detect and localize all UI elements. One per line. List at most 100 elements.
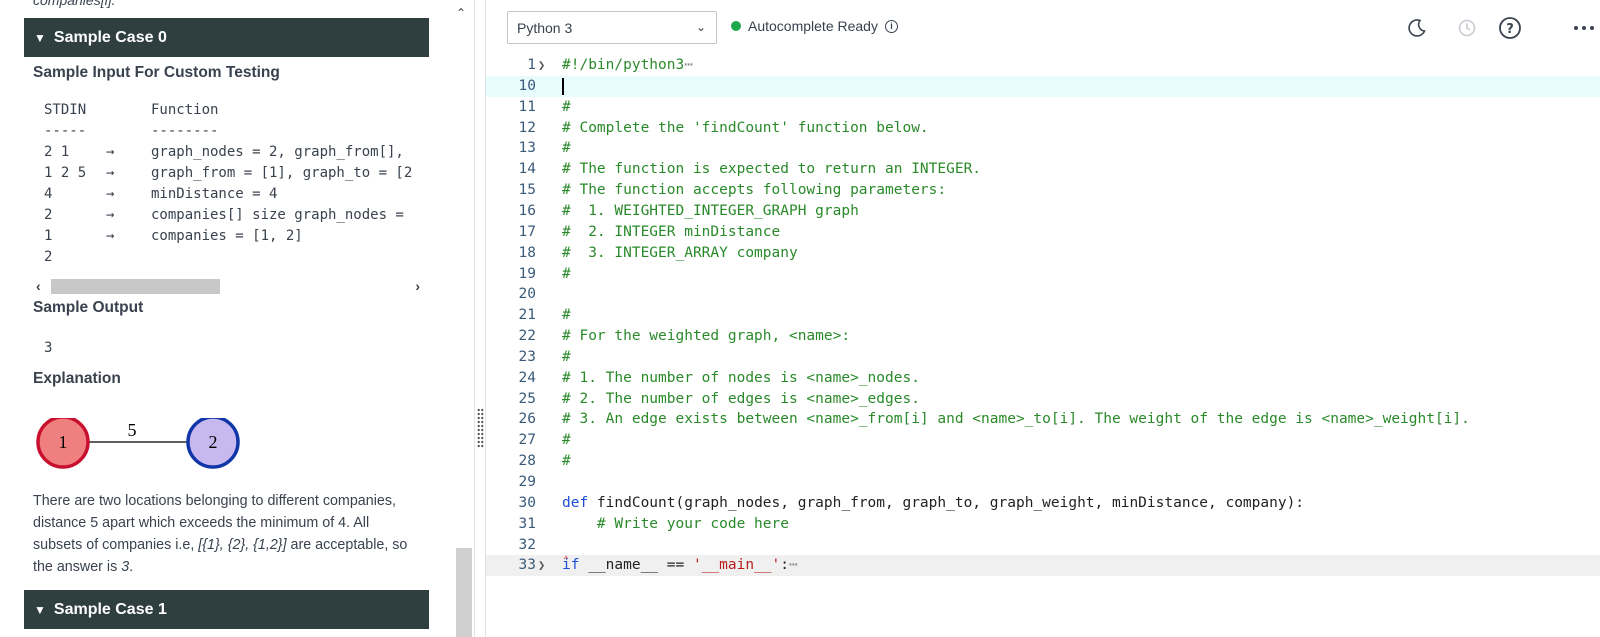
code-line[interactable]: 31 # Write your code here	[486, 514, 1600, 535]
stdin-value: 4	[44, 186, 53, 202]
drag-handle-icon[interactable]	[477, 408, 484, 448]
code-text: # Complete the 'findCount' function belo…	[562, 118, 929, 139]
fold-chevron-icon[interactable]: ❯	[538, 555, 545, 576]
vertical-scrollbar-track[interactable]	[456, 20, 472, 637]
code-line[interactable]: 33 ❯ if __name__ == '__main__':⋯ ⌃	[486, 555, 1600, 577]
code-line[interactable]: 32	[486, 535, 1600, 556]
sample-case-1-header[interactable]: ▼ Sample Case 1	[24, 590, 429, 629]
sample-case-0-header[interactable]: ▼ Sample Case 0	[24, 18, 429, 57]
code-token: #	[562, 140, 571, 157]
sample-input-row: 2	[44, 247, 420, 266]
horizontal-scrollbar[interactable]: ‹ ›	[36, 278, 420, 296]
scroll-right-icon[interactable]: ›	[415, 278, 420, 294]
code-token: # 2. The number of edges is <name>_edges…	[562, 390, 920, 407]
language-value: Python 3	[517, 19, 573, 36]
more-options-icon[interactable]	[1572, 15, 1596, 41]
code-text: # 3. INTEGER_ARRAY company	[562, 243, 798, 264]
code-token: # Complete the 'findCount' function belo…	[562, 119, 929, 136]
sample-input-row: 2 → companies[] size graph_nodes =	[44, 205, 420, 226]
stdin-dashes: -----	[44, 123, 87, 139]
history-icon[interactable]	[1454, 15, 1480, 41]
vertical-scrollbar-thumb[interactable]	[456, 548, 472, 637]
code-line[interactable]: 12 # Complete the 'findCount' function be…	[486, 118, 1600, 139]
code-text: #	[562, 264, 571, 285]
code-token: # 3. An edge exists between <name>_from[…	[562, 411, 1470, 428]
code-line[interactable]: 26 # 3. An edge exists between <name>_fro…	[486, 409, 1600, 430]
info-icon[interactable]: i	[884, 19, 898, 33]
code-text: #	[562, 305, 571, 326]
code-text: # The function is expected to return an …	[562, 159, 981, 180]
fold-chevron-icon[interactable]: ❯	[538, 55, 545, 76]
code-line[interactable]: 11 #	[486, 97, 1600, 118]
code-line[interactable]: 22 # For the weighted graph, <name>:	[486, 326, 1600, 347]
stdin-value: 2	[44, 249, 53, 265]
code-text: #!/bin/python3⋯	[562, 55, 693, 76]
code-token: #	[562, 307, 571, 324]
stdin-value: 1	[44, 228, 53, 244]
code-token: def	[562, 494, 589, 511]
code-line[interactable]: 30 def findCount(graph_nodes, graph_from,…	[486, 493, 1600, 514]
sample-input-row: 2 1 → graph_nodes = 2, graph_from[],	[44, 142, 420, 163]
code-line[interactable]: 27 #	[486, 430, 1600, 451]
code-line[interactable]: 1 ❯ #!/bin/python3⋯	[486, 55, 1600, 76]
code-token: # For the weighted graph, <name>:	[562, 328, 851, 345]
code-line[interactable]: 21 #	[486, 305, 1600, 326]
fold-ellipsis[interactable]: ⋯	[684, 57, 693, 73]
collapse-up-icon[interactable]: ⌃	[456, 6, 466, 20]
fold-ellipsis[interactable]: ⋯	[789, 557, 798, 573]
code-line[interactable]: 20	[486, 284, 1600, 305]
code-text: # Write your code here	[562, 514, 789, 535]
sample-input-row: 1 2 5 → graph_from = [1], graph_to = [2	[44, 163, 420, 184]
stdin-header: STDIN	[44, 102, 87, 118]
code-line[interactable]: 19 #	[486, 264, 1600, 285]
line-number: 33	[518, 557, 536, 574]
svg-text:?: ?	[1506, 22, 1514, 37]
line-number: 14	[518, 161, 536, 178]
code-line[interactable]: 16 # 1. WEIGHTED_INTEGER_GRAPH graph	[486, 201, 1600, 222]
code-line[interactable]: 13 #	[486, 138, 1600, 159]
code-line[interactable]: 23 #	[486, 347, 1600, 368]
code-line[interactable]: 14 # The function is expected to return a…	[486, 159, 1600, 180]
scrollbar-thumb[interactable]	[51, 279, 220, 294]
panel-resizer[interactable]	[474, 0, 486, 637]
line-number: 28	[518, 453, 536, 470]
caret-down-icon: ▼	[34, 602, 46, 617]
sample-input-row: 4 → minDistance = 4	[44, 184, 420, 205]
code-token: #	[562, 348, 571, 365]
code-text: # 1. The number of nodes is <name>_nodes…	[562, 368, 920, 389]
language-select[interactable]: Python 3 ⌄	[507, 11, 717, 44]
line-number: 11	[518, 98, 536, 115]
explanation-text: There are two locations belonging to dif…	[33, 490, 413, 578]
code-line[interactable]: 28 #	[486, 451, 1600, 472]
autocomplete-status: Autocomplete Ready i	[731, 18, 898, 34]
code-line[interactable]: 29	[486, 472, 1600, 493]
code-token: # 1. WEIGHTED_INTEGER_GRAPH graph	[562, 202, 859, 219]
line-number: 23	[518, 348, 536, 365]
code-text: # 3. An edge exists between <name>_from[…	[562, 409, 1470, 430]
text-cursor	[562, 77, 564, 95]
line-number: 20	[518, 286, 536, 303]
line-number: 29	[518, 474, 536, 490]
line-number: 12	[518, 119, 536, 136]
code-text: # 2. INTEGER minDistance	[562, 222, 780, 243]
code-token: #	[562, 98, 571, 115]
code-editor[interactable]: 1 ❯ #!/bin/python3⋯ 10 11 #12 # Complete the '…	[486, 55, 1600, 637]
clipped-text: companies[i].	[33, 0, 116, 8]
code-token: # Write your code here	[562, 515, 789, 532]
sample-output-value: 3	[44, 340, 53, 356]
code-line[interactable]: 17 # 2. INTEGER minDistance	[486, 222, 1600, 243]
arrow-icon: →	[106, 186, 115, 202]
line-number: 22	[518, 328, 536, 345]
help-icon[interactable]: ?	[1497, 15, 1523, 41]
chevron-down-icon: ⌄	[695, 20, 706, 34]
autocomplete-label: Autocomplete Ready	[748, 18, 878, 34]
code-line[interactable]: 18 # 3. INTEGER_ARRAY company	[486, 243, 1600, 264]
scroll-left-icon[interactable]: ‹	[36, 278, 41, 294]
caret-down-icon: ▼	[34, 30, 46, 45]
code-line[interactable]: 24 # 1. The number of nodes is <name>_nod…	[486, 368, 1600, 389]
code-line[interactable]: 15 # The function accepts following param…	[486, 180, 1600, 201]
code-line[interactable]: 10	[486, 75, 1600, 97]
code-line[interactable]: 25 # 2. The number of edges is <name>_edg…	[486, 389, 1600, 410]
dark-mode-icon[interactable]	[1404, 15, 1430, 41]
sample-input-row: 1 → companies = [1, 2]	[44, 226, 420, 247]
